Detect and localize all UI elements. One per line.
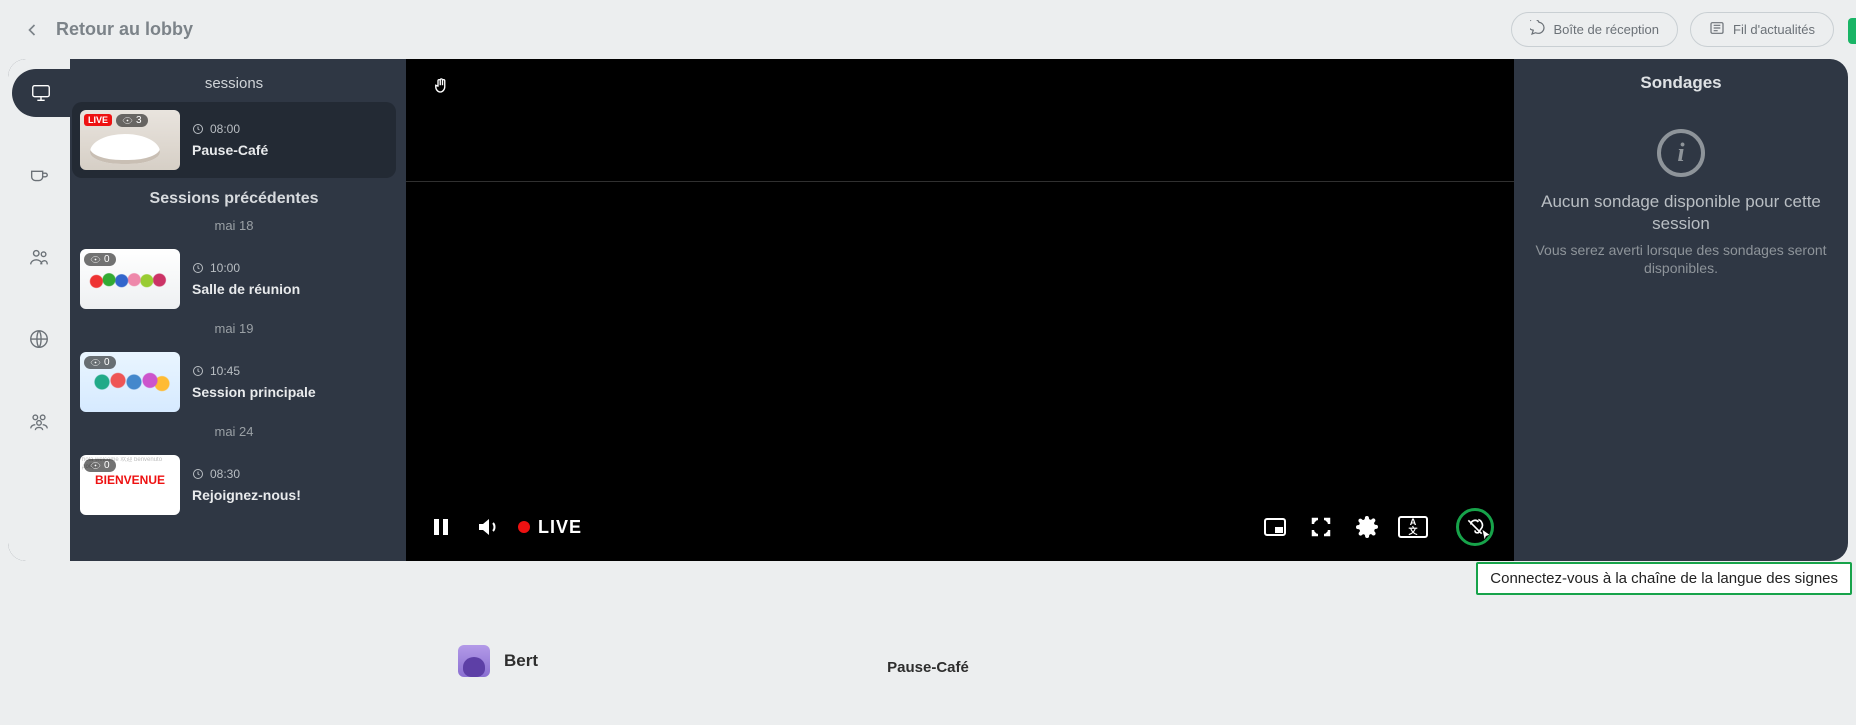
translate-button[interactable]: A 文 bbox=[1398, 512, 1428, 542]
live-dot-icon bbox=[518, 521, 530, 533]
news-feed-button[interactable]: Fil d'actualités bbox=[1690, 12, 1834, 47]
topbar: Retour au lobby Boîte de réception Fil d… bbox=[0, 0, 1856, 59]
nav-group[interactable] bbox=[15, 397, 63, 445]
session-card[interactable]: 0 10:00 Salle de réunion bbox=[72, 241, 396, 317]
session-thumb: 0 bbox=[80, 249, 180, 309]
pause-button[interactable] bbox=[426, 512, 456, 542]
sessions-sidebar: sessions LIVE 3 08:00 Pause-Café bbox=[70, 59, 406, 561]
sign-language-tooltip: Connectez-vous à la chaîne de la langue … bbox=[1476, 562, 1852, 595]
session-live-card[interactable]: LIVE 3 08:00 Pause-Café bbox=[72, 102, 396, 178]
video-player[interactable]: LIVE A 文 bbox=[406, 59, 1514, 561]
fullscreen-button[interactable] bbox=[1306, 512, 1336, 542]
date-label: mai 18 bbox=[72, 218, 396, 233]
nav-rail bbox=[8, 59, 70, 561]
session-time: 08:00 bbox=[192, 122, 268, 136]
session-name: Salle de réunion bbox=[192, 281, 300, 297]
nav-sessions[interactable] bbox=[12, 69, 70, 117]
nav-people[interactable] bbox=[15, 233, 63, 281]
session-name: Session principale bbox=[192, 384, 316, 400]
chat-icon bbox=[1530, 20, 1546, 39]
nav-lounge[interactable] bbox=[15, 151, 63, 199]
sessions-title: sessions bbox=[72, 75, 396, 92]
live-text: LIVE bbox=[538, 517, 582, 538]
session-name: Rejoignez-nous! bbox=[192, 487, 301, 503]
side-green-accent bbox=[1848, 18, 1856, 44]
session-thumb: 0 bbox=[80, 352, 180, 412]
volume-button[interactable] bbox=[472, 512, 502, 542]
sign-language-button[interactable] bbox=[1456, 508, 1494, 546]
player-controls: LIVE A 文 bbox=[406, 503, 1514, 551]
video-divider bbox=[406, 181, 1514, 182]
viewer-badge: 0 bbox=[84, 356, 116, 369]
viewer-count: 0 bbox=[104, 357, 110, 368]
translate-icon: A 文 bbox=[1398, 516, 1428, 538]
session-time: 08:30 bbox=[192, 467, 301, 481]
username: Bert bbox=[504, 651, 538, 671]
polls-empty-title: Aucun sondage disponible pour cette sess… bbox=[1532, 191, 1830, 235]
viewer-badge: 0 bbox=[84, 253, 116, 266]
inbox-label: Boîte de réception bbox=[1554, 22, 1660, 37]
polls-title: Sondages bbox=[1640, 73, 1721, 93]
session-thumb: 0 BIENVENUE bbox=[80, 455, 180, 515]
date-label: mai 19 bbox=[72, 321, 396, 336]
footer-bar: Bert Pause-Café bbox=[8, 631, 1848, 691]
date-label: mai 24 bbox=[72, 424, 396, 439]
polls-panel: Sondages i Aucun sondage disponible pour… bbox=[1514, 59, 1848, 561]
viewer-badge: 3 bbox=[116, 114, 148, 127]
inbox-button[interactable]: Boîte de réception bbox=[1511, 12, 1679, 47]
live-indicator: LIVE bbox=[518, 517, 582, 538]
settings-button[interactable] bbox=[1352, 512, 1382, 542]
session-time: 10:00 bbox=[192, 261, 300, 275]
pip-button[interactable] bbox=[1260, 512, 1290, 542]
session-card[interactable]: 0 BIENVENUE 08:30 Rejoignez-nous! bbox=[72, 447, 396, 523]
polls-empty-sub: Vous serez averti lorsque des sondages s… bbox=[1532, 241, 1830, 277]
session-time: 10:45 bbox=[192, 364, 316, 378]
viewer-badge: 0 bbox=[84, 459, 116, 472]
viewer-count: 0 bbox=[104, 460, 110, 471]
feed-label: Fil d'actualités bbox=[1733, 22, 1815, 37]
app-stage: sessions LIVE 3 08:00 Pause-Café bbox=[0, 59, 1856, 725]
live-badge: LIVE bbox=[84, 114, 112, 126]
session-name: Pause-Café bbox=[192, 142, 268, 158]
back-label: Retour au lobby bbox=[56, 19, 193, 40]
newspaper-icon bbox=[1709, 20, 1725, 39]
current-room-name: Pause-Café bbox=[887, 659, 969, 676]
user-avatar[interactable] bbox=[458, 645, 490, 677]
nav-globe[interactable] bbox=[15, 315, 63, 363]
arrow-left-icon bbox=[22, 20, 42, 40]
cursor-icon bbox=[1477, 528, 1495, 551]
viewer-count: 3 bbox=[136, 115, 142, 126]
welcome-text: BIENVENUE bbox=[86, 473, 174, 487]
viewer-count: 0 bbox=[104, 254, 110, 265]
main-panel: sessions LIVE 3 08:00 Pause-Café bbox=[8, 59, 1848, 561]
session-thumb: LIVE 3 bbox=[80, 110, 180, 170]
info-icon: i bbox=[1657, 129, 1705, 177]
session-card[interactable]: 0 10:45 Session principale bbox=[72, 344, 396, 420]
raise-hand-icon[interactable] bbox=[432, 77, 450, 100]
previous-sessions-title: Sessions précédentes bbox=[72, 190, 396, 208]
back-to-lobby[interactable]: Retour au lobby bbox=[22, 19, 193, 40]
